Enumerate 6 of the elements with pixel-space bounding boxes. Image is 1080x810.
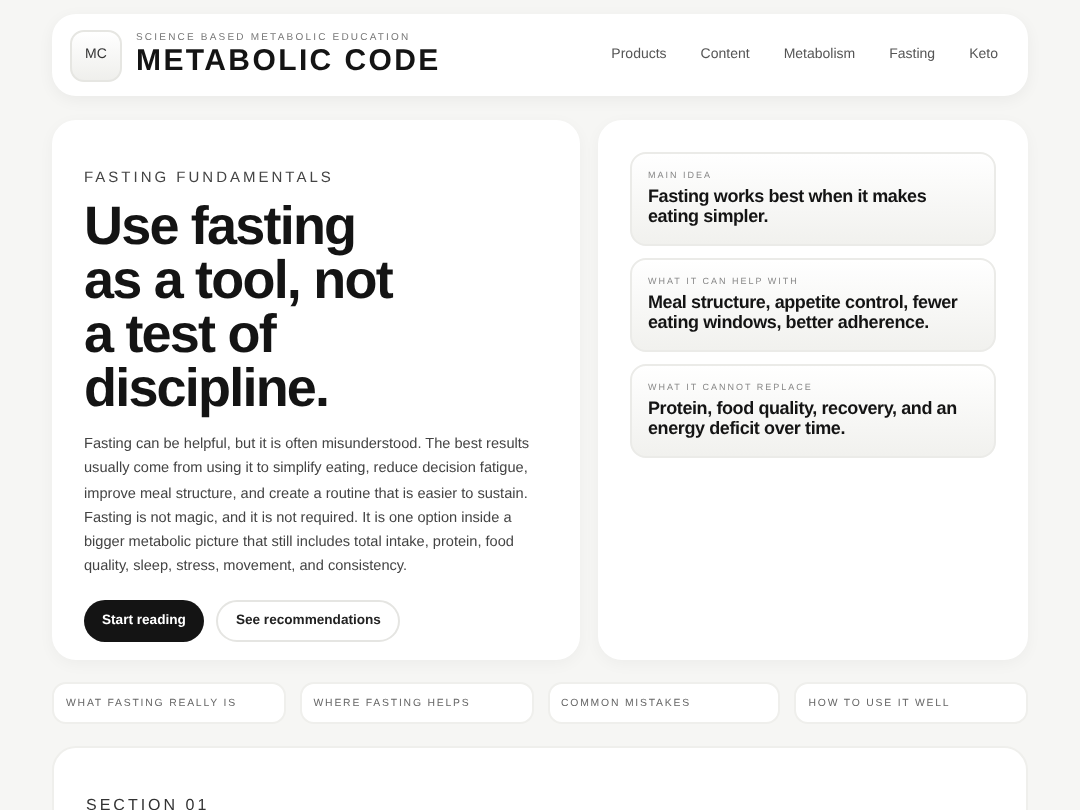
card-text: Fasting works best when it makes eating simpler. (648, 188, 929, 226)
section-label: SECTION 01 (86, 796, 212, 810)
card-text: Protein, food quality, recovery, and an energy deficit over time. (648, 400, 959, 438)
hero-title: Use fasting as a tool, not a test of discipline. (84, 200, 395, 416)
card-text: Meal structure, appetite control, fewer eating windows, better adherence. (648, 294, 960, 332)
brand-name[interactable]: METABOLIC CODE (136, 44, 441, 78)
